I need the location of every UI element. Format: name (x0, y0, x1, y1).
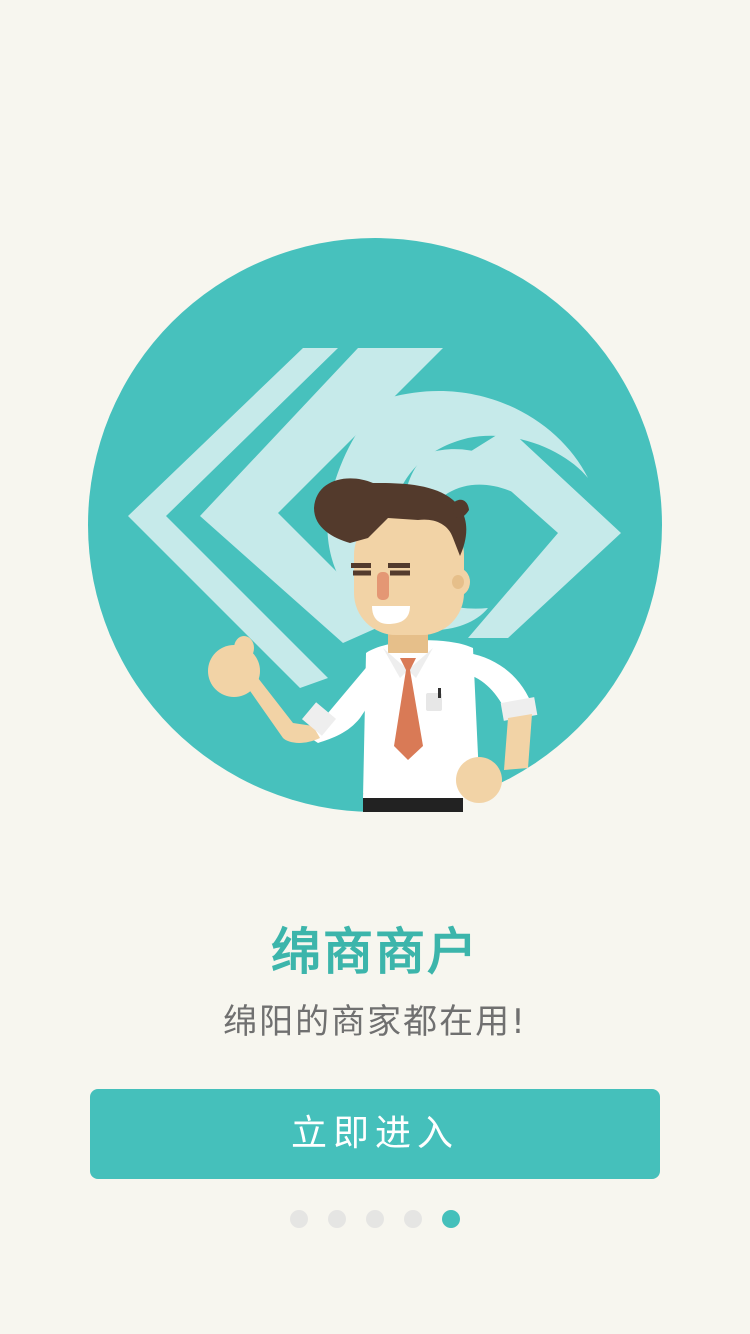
hero-illustration (88, 238, 662, 812)
page-dot-3[interactable] (366, 1210, 384, 1228)
app-subtitle: 绵阳的商家都在用! (223, 1002, 527, 1042)
enter-button[interactable]: 立即进入 (90, 1089, 660, 1179)
page-dot-2[interactable] (328, 1210, 346, 1228)
app-title: 绵商商户 (271, 922, 479, 981)
page-dot-1[interactable] (290, 1210, 308, 1228)
page-dot-5[interactable] (442, 1210, 460, 1228)
page-indicator (0, 1210, 750, 1230)
page-dot-4[interactable] (404, 1210, 422, 1228)
